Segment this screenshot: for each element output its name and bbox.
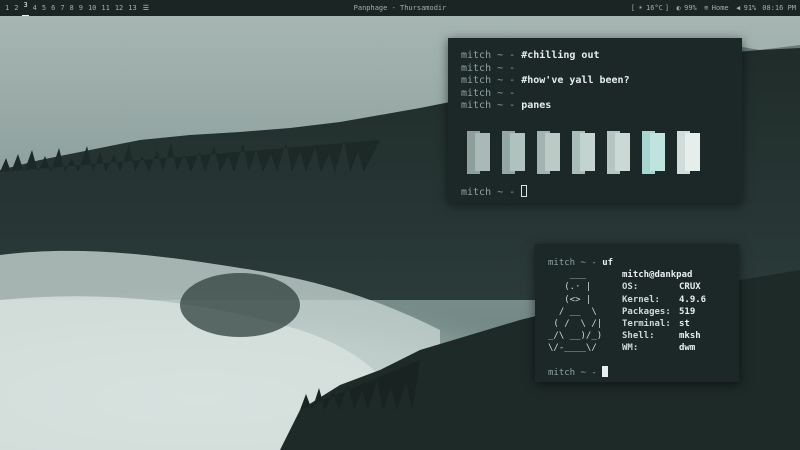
terminal-window-panes[interactable]: mitch ~ - #chilling out mitch ~ - mitch ~… xyxy=(448,38,742,203)
text-cursor xyxy=(602,365,609,377)
info-key: OS: xyxy=(622,282,639,293)
color-pane xyxy=(467,130,490,174)
prompt-user: mitch ~ xyxy=(461,50,504,61)
temperature-status: [ ☀ 16°C ] xyxy=(631,0,669,16)
info-value: st xyxy=(679,318,690,329)
ascii-art-line: (.· | xyxy=(548,282,592,293)
workspace-tags: 1 2 3 4 5 6 7 8 9 10 11 12 13 xyxy=(4,0,138,16)
ufetch-row: / __ \ Packages: 519 xyxy=(548,306,726,318)
brightness-label: 99% xyxy=(684,4,697,12)
terminal-window-ufetch[interactable]: mitch ~ - uf ___ mitch@dankpad (.· | OS: CR… xyxy=(535,244,739,382)
terminal-prompt-line[interactable]: mitch ~ - xyxy=(548,365,726,378)
command-text: #how've yall been? xyxy=(521,75,630,86)
command-text: panes xyxy=(521,100,552,111)
layout-indicator[interactable]: ☰ xyxy=(143,0,149,16)
workspace-tag[interactable]: 5 xyxy=(41,0,47,16)
prompt-user: mitch ~ xyxy=(548,258,586,268)
brightness-status: ◐ 99% xyxy=(675,0,697,16)
info-key: Kernel: xyxy=(622,294,660,305)
prompt-user: mitch ~ xyxy=(461,186,504,198)
ascii-art-line: \/-____\/ xyxy=(548,343,597,354)
workspace-tag[interactable]: 7 xyxy=(59,0,65,16)
info-key: Terminal: xyxy=(622,318,671,329)
command-text: uf xyxy=(602,258,614,268)
color-pane xyxy=(572,130,595,174)
volume-label: 91% xyxy=(743,4,757,12)
command-text: #chilling out xyxy=(521,50,600,61)
right-bracket: ] xyxy=(664,4,670,12)
network-label: Home xyxy=(711,4,729,12)
workspace-tag[interactable]: 10 xyxy=(87,0,97,16)
terminal-command-line: mitch ~ - uf xyxy=(548,258,614,268)
prompt-user: mitch ~ xyxy=(461,62,504,74)
ufetch-row: _/\ __)/_) Shell: mksh xyxy=(548,330,726,342)
terminal-output: mitch ~ - #chilling out mitch ~ - mitch ~… xyxy=(461,50,729,113)
sun-icon: ☀ xyxy=(638,3,643,12)
clock-status: 08:16 PM xyxy=(762,0,796,16)
info-key: WM: xyxy=(622,343,639,354)
ascii-art-line: (<> | xyxy=(548,294,592,305)
info-value: CRUX xyxy=(679,282,701,293)
workspace-tag[interactable]: 11 xyxy=(100,0,110,16)
terminal-prompt-line[interactable]: mitch ~ - xyxy=(461,184,729,198)
speaker-icon: ◀ xyxy=(736,3,741,12)
terminal-line: mitch ~ - panes xyxy=(461,100,552,111)
color-pane xyxy=(502,130,525,174)
info-value: 4.9.6 xyxy=(679,294,707,305)
workspace-tag[interactable]: 9 xyxy=(78,0,84,16)
ufetch-row: (.· | OS: CRUX xyxy=(548,281,726,293)
left-bracket: [ xyxy=(630,4,636,12)
workspace-tag[interactable]: 12 xyxy=(114,0,124,16)
color-pane xyxy=(642,130,665,174)
status-area: [ ☀ 16°C ] ◐ 99% ≋ Home ◀ 91% 08:16 PM xyxy=(631,0,796,16)
brightness-icon: ◐ xyxy=(676,3,681,12)
info-value: 519 xyxy=(679,306,696,317)
workspace-tag[interactable]: 8 xyxy=(69,0,75,16)
ufetch-row: ( / \ /| Terminal: st xyxy=(548,318,726,330)
volume-status[interactable]: ◀ 91% xyxy=(735,0,757,16)
user-host: mitch@dankpad xyxy=(622,270,693,281)
workspace-tag[interactable]: 3 xyxy=(22,0,29,16)
ufetch-row: \/-____\/ WM: dwm xyxy=(548,342,726,354)
workspace-tag[interactable]: 4 xyxy=(32,0,38,16)
info-key: Packages: xyxy=(622,306,671,317)
color-pane xyxy=(537,130,560,174)
top-status-bar: 1 2 3 4 5 6 7 8 9 10 11 12 13 ☰ Panphage - Thursamod… xyxy=(0,0,800,16)
ascii-art-line: ___ xyxy=(548,270,586,281)
terminal-line: mitch ~ - xyxy=(461,62,522,74)
ascii-art-line: _/\ __)/_) xyxy=(548,331,603,342)
terminal-line: mitch ~ - #chilling out xyxy=(461,50,600,61)
workspace-tag[interactable]: 1 xyxy=(4,0,10,16)
network-status[interactable]: ≋ Home xyxy=(703,0,729,16)
ascii-art-line: / __ \ xyxy=(548,306,597,317)
color-panes xyxy=(467,130,729,174)
wifi-icon: ≋ xyxy=(704,3,709,12)
ascii-art-line: ( / \ /| xyxy=(548,318,603,329)
ufetch-output: ___ mitch@dankpad (.· | OS: CRUX (<> | Kerne… xyxy=(548,269,726,354)
ufetch-row: (<> | Kernel: 4.9.6 xyxy=(548,294,726,306)
info-value: mksh xyxy=(679,331,701,342)
text-cursor xyxy=(521,184,528,197)
workspace-tag[interactable]: 6 xyxy=(50,0,56,16)
temperature-label: 16°C xyxy=(646,4,663,12)
terminal-line: mitch ~ - xyxy=(461,87,522,99)
prompt-user: mitch ~ xyxy=(461,87,504,99)
prompt-user: mitch ~ xyxy=(461,75,504,86)
prompt-user: mitch ~ xyxy=(461,100,504,111)
workspace-tag[interactable]: 2 xyxy=(13,0,19,16)
clock: 08:16 PM xyxy=(762,4,796,12)
color-pane xyxy=(677,130,700,174)
color-pane xyxy=(607,130,630,174)
info-value: dwm xyxy=(679,343,696,354)
info-key: Shell: xyxy=(622,331,655,342)
ufetch-row: ___ mitch@dankpad xyxy=(548,269,726,281)
workspace-tag[interactable]: 13 xyxy=(127,0,137,16)
terminal-line: mitch ~ - #how've yall been? xyxy=(461,75,630,86)
prompt-user: mitch ~ xyxy=(548,367,586,378)
